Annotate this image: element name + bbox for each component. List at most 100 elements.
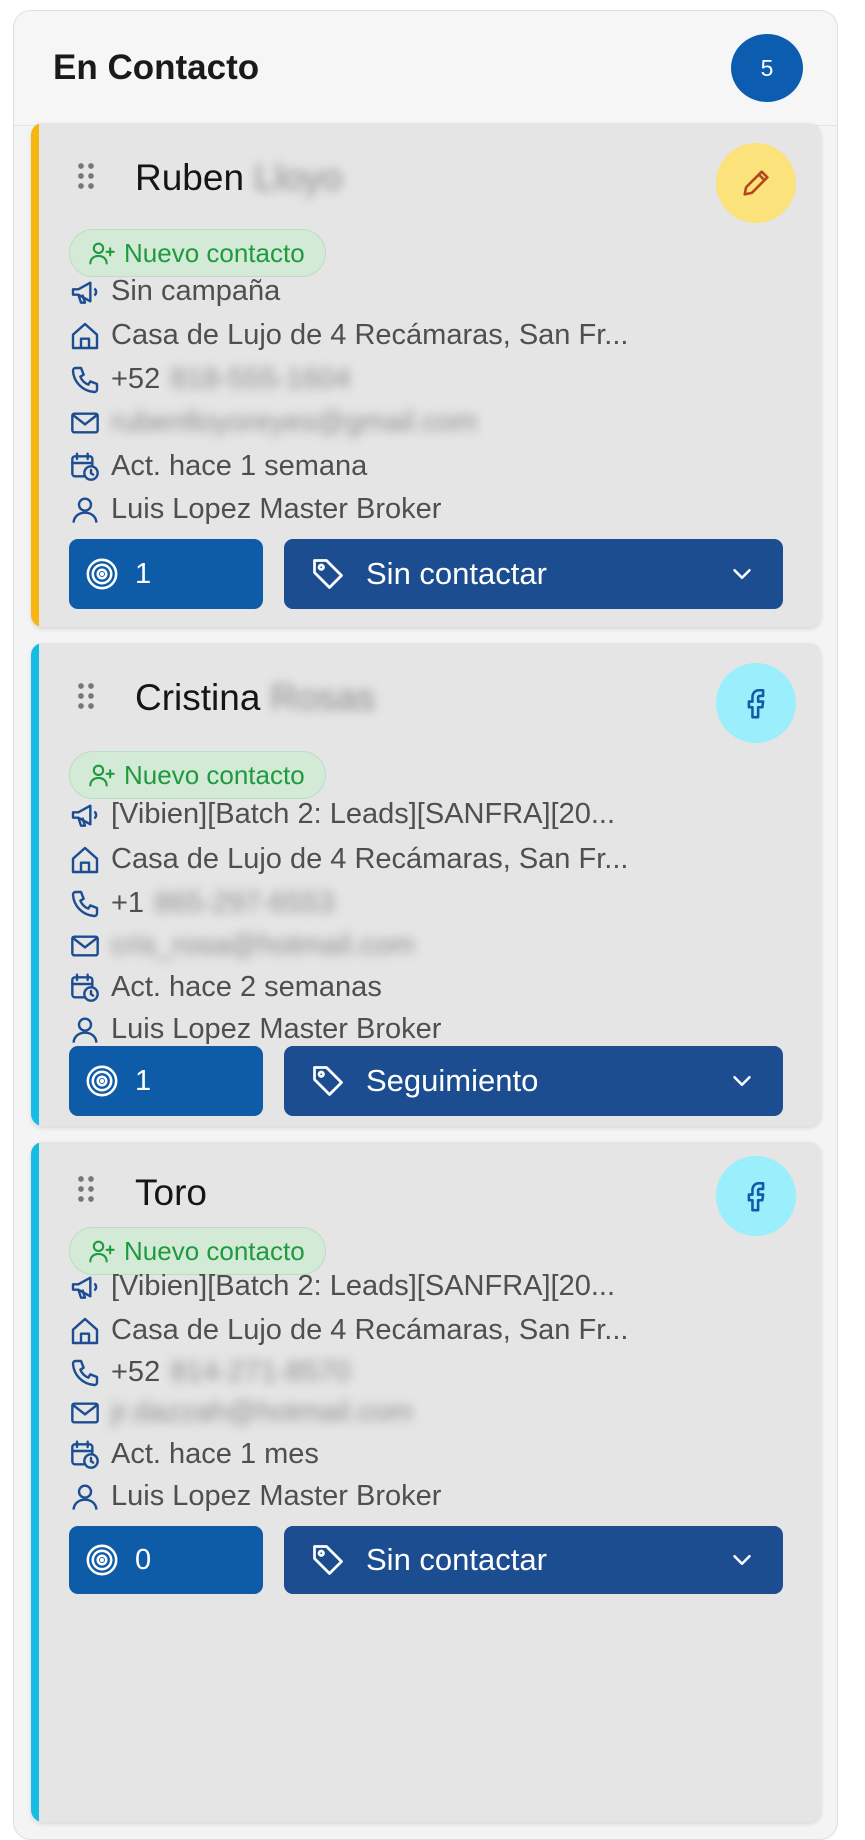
calendar-clock-icon — [69, 972, 101, 1004]
chevron-down-icon — [727, 559, 757, 589]
chevron-down-icon — [727, 1066, 757, 1096]
lead-status-dropdown[interactable]: Seguimiento — [284, 1046, 783, 1116]
card-accent-bar — [31, 123, 39, 627]
lead-status-dropdown[interactable]: Sin contactar — [284, 1526, 783, 1594]
campaign-row: [Vibien][Batch 2: Leads][SANFRA][20... — [69, 1270, 615, 1303]
campaign-text: [Vibien][Batch 2: Leads][SANFRA][20... — [111, 798, 616, 830]
lead-name: Ruben Lloyo — [135, 157, 342, 199]
activity-text: Act. hace 1 mes — [111, 1438, 319, 1470]
user-plus-icon — [88, 761, 116, 789]
target-icon — [85, 1543, 119, 1577]
lead-last-name-blurred: Lloyo — [254, 157, 343, 198]
phone-row[interactable]: +52 818-555-1604 — [69, 363, 351, 396]
megaphone-icon — [69, 799, 101, 831]
property-text: Casa de Lujo de 4 Recámaras, San Fr... — [111, 319, 629, 351]
activity-row: Act. hace 1 mes — [69, 1438, 319, 1471]
user-plus-icon — [88, 239, 116, 267]
lead-last-name-blurred: Rosas — [270, 677, 376, 718]
activity-row: Act. hace 1 semana — [69, 450, 367, 483]
lead-first-name: Toro — [135, 1172, 207, 1213]
agent-text: Luis Lopez Master Broker — [111, 493, 442, 525]
user-icon — [69, 494, 101, 526]
lead-card[interactable]: Ruben Lloyo Nuevo contacto Sin campaña C… — [31, 123, 821, 627]
drag-handle-icon[interactable] — [76, 161, 96, 191]
campaign-row: Sin campaña — [69, 275, 280, 308]
calendar-clock-icon — [69, 1439, 101, 1471]
phone-prefix: +1 — [111, 887, 145, 919]
tag-icon — [310, 556, 346, 592]
lead-name: Toro — [135, 1172, 207, 1214]
chevron-down-icon — [727, 1545, 757, 1575]
calendar-clock-icon — [69, 451, 101, 483]
status-badge: Nuevo contacto — [69, 1227, 326, 1275]
email-blurred: jr.dazzah@hotmail.com — [111, 1396, 413, 1428]
activity-row: Act. hace 2 semanas — [69, 971, 382, 1004]
lead-first-name: Cristina — [135, 677, 261, 718]
phone-number-blurred: 814-271-8570 — [170, 1356, 351, 1388]
phone-icon — [69, 364, 101, 396]
drag-handle-icon[interactable] — [76, 1174, 96, 1204]
phone-prefix: +52 — [111, 1356, 161, 1388]
facebook-source-button[interactable] — [716, 1156, 796, 1236]
mail-icon — [69, 407, 101, 439]
column-title: En Contacto — [53, 48, 260, 87]
home-icon — [69, 844, 101, 876]
lead-first-name: Ruben — [135, 157, 245, 198]
interactions-count-button[interactable]: 1 — [69, 1046, 263, 1116]
campaign-text: [Vibien][Batch 2: Leads][SANFRA][20... — [111, 1270, 616, 1302]
property-text: Casa de Lujo de 4 Recámaras, San Fr... — [111, 1314, 629, 1346]
phone-prefix: +52 — [111, 363, 161, 395]
email-row[interactable]: cris_rosa@hotmail.com — [69, 929, 414, 962]
lead-status-dropdown[interactable]: Sin contactar — [284, 539, 783, 609]
email-blurred: rubenlloyoreyes@gmail.com — [111, 406, 478, 438]
pencil-icon — [739, 166, 773, 200]
phone-icon — [69, 1357, 101, 1389]
user-icon — [69, 1014, 101, 1046]
column-count-badge: 5 — [731, 34, 803, 102]
status-badge-label: Nuevo contacto — [124, 1235, 305, 1266]
target-icon — [85, 1064, 119, 1098]
lead-name: Cristina Rosas — [135, 677, 375, 719]
facebook-icon — [739, 1179, 773, 1213]
lead-card[interactable]: Cristina Rosas Nuevo contacto [Vibien][B… — [31, 643, 821, 1126]
edit-button[interactable] — [716, 143, 796, 223]
interactions-count-button[interactable]: 0 — [69, 1526, 263, 1594]
phone-number-blurred: 865-297-6553 — [154, 887, 335, 919]
facebook-icon — [739, 686, 773, 720]
facebook-source-button[interactable] — [716, 663, 796, 743]
megaphone-icon — [69, 1271, 101, 1303]
phone-row[interactable]: +1 865-297-6553 — [69, 887, 335, 920]
property-text: Casa de Lujo de 4 Recámaras, San Fr... — [111, 843, 629, 875]
lead-card[interactable]: Toro Nuevo contacto [Vibien][Batch 2: Le… — [31, 1142, 821, 1822]
property-row: Casa de Lujo de 4 Recámaras, San Fr... — [69, 843, 628, 876]
user-icon — [69, 1481, 101, 1513]
status-badge: Nuevo contacto — [69, 751, 326, 799]
email-row[interactable]: jr.dazzah@hotmail.com — [69, 1396, 413, 1429]
phone-row[interactable]: +52 814-271-8570 — [69, 1356, 351, 1389]
home-icon — [69, 1315, 101, 1347]
activity-text: Act. hace 2 semanas — [111, 971, 382, 1003]
agent-row: Luis Lopez Master Broker — [69, 1480, 441, 1513]
agent-text: Luis Lopez Master Broker — [111, 1013, 442, 1045]
user-plus-icon — [88, 1237, 116, 1265]
lead-status-label: Sin contactar — [366, 556, 547, 591]
interactions-count: 0 — [135, 1543, 152, 1576]
campaign-row: [Vibien][Batch 2: Leads][SANFRA][20... — [69, 798, 615, 831]
agent-row: Luis Lopez Master Broker — [69, 1013, 441, 1046]
mail-icon — [69, 1397, 101, 1429]
interactions-count-button[interactable]: 1 — [69, 539, 263, 609]
campaign-text: Sin campaña — [111, 275, 281, 307]
target-icon — [85, 557, 119, 591]
phone-number-blurred: 818-555-1604 — [170, 363, 351, 395]
email-blurred: cris_rosa@hotmail.com — [111, 929, 415, 961]
megaphone-icon — [69, 276, 101, 308]
lead-status-label: Seguimiento — [366, 1063, 539, 1098]
agent-row: Luis Lopez Master Broker — [69, 493, 441, 526]
interactions-count: 1 — [135, 1064, 152, 1097]
status-badge-label: Nuevo contacto — [124, 759, 305, 790]
email-row[interactable]: rubenlloyoreyes@gmail.com — [69, 406, 477, 439]
status-badge: Nuevo contacto — [69, 229, 326, 277]
drag-handle-icon[interactable] — [76, 681, 96, 711]
home-icon — [69, 320, 101, 352]
mail-icon — [69, 930, 101, 962]
